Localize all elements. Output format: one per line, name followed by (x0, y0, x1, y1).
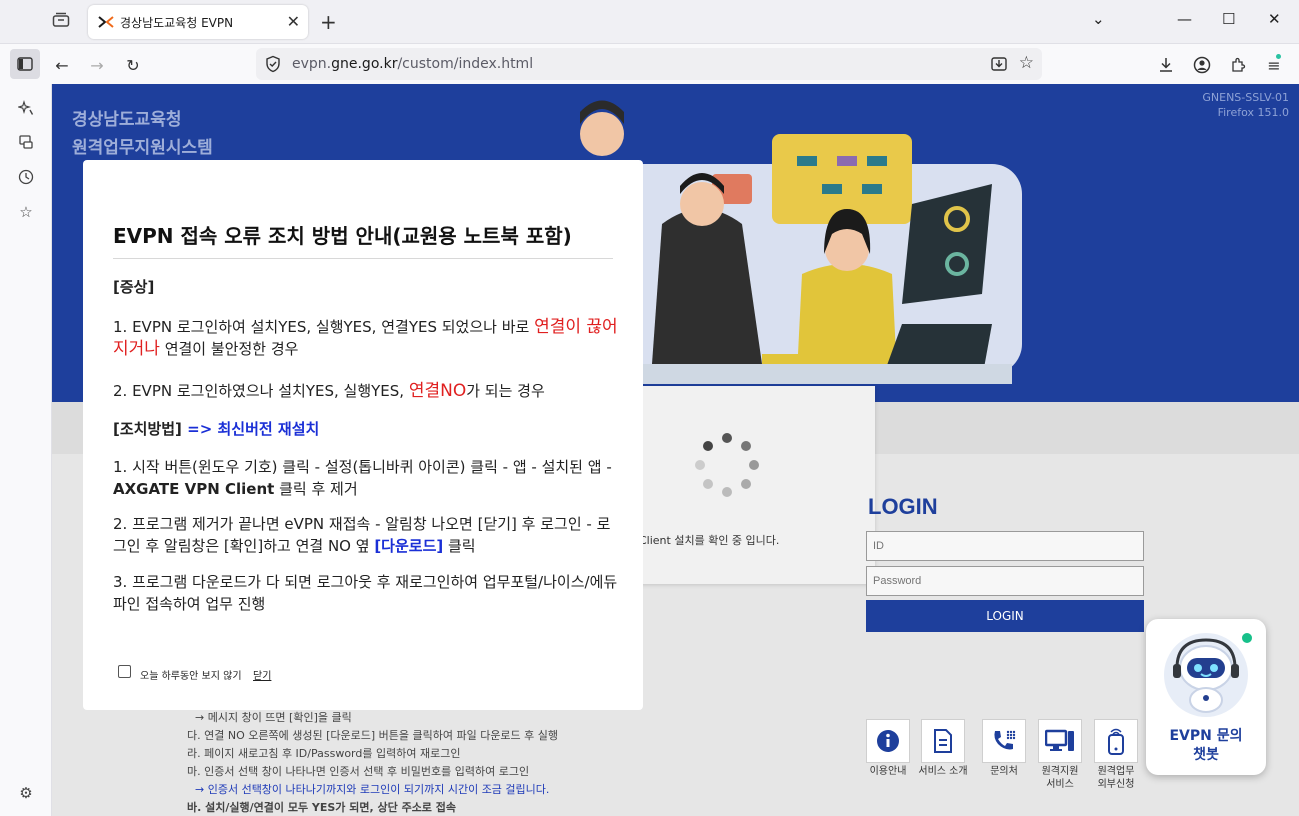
action-step-1: 1. 시작 버튼(윈도우 기호) 클릭 - 설정(톱니바퀴 아이콘) 클릭 - … (113, 456, 618, 500)
tab-close-icon[interactable]: ✕ (287, 12, 300, 31)
phone-icon (994, 730, 1016, 750)
remote-apply-label: 원격업무 외부신청 (1097, 766, 1135, 790)
action-step-2: 2. 프로그램 제거가 끝나면 eVPN 재접속 - 알림창 나오면 [닫기] … (113, 513, 618, 557)
synced-tabs-icon[interactable] (14, 130, 38, 154)
service-intro-link[interactable] (921, 719, 965, 763)
account-icon[interactable] (1188, 52, 1216, 78)
modal-title: EVPN 접속 오류 조치 방법 안내(교원용 노트북 포함) (113, 224, 572, 248)
instruction-line: 바. 설치/실행/연결이 모두 YES가 되면, 상단 주소로 접속 (187, 801, 456, 814)
minimize-icon[interactable]: — (1177, 10, 1192, 28)
site-security-icon[interactable] (264, 55, 282, 77)
symptom-header: [증상] (113, 278, 155, 296)
update-dot-icon (1276, 54, 1281, 59)
info-icon (877, 730, 899, 752)
maximize-icon[interactable]: ☐ (1222, 10, 1235, 28)
sidebar-toggle-icon[interactable] (10, 49, 40, 79)
action-step-2-download: [다운로드] (374, 537, 444, 555)
history-icon[interactable] (14, 165, 38, 189)
url-domain: gne.go.kr (331, 56, 398, 72)
bookmark-star-icon[interactable]: ☆ (1019, 53, 1034, 73)
service-intro-label: 서비스 소개 (918, 766, 968, 777)
action-step-1-app: AXGATE VPN Client (113, 480, 275, 498)
browser-sidebar: ☆ ⚙ (0, 84, 52, 816)
site-favicon-icon (98, 14, 114, 30)
modal-close-link[interactable]: 닫기 (253, 667, 271, 682)
id-input[interactable] (866, 531, 1144, 561)
action-step-1-text: 1. 시작 버튼(윈도우 기호) 클릭 - 설정(톱니바퀴 아이콘) 클릭 - … (113, 458, 612, 476)
loading-spinner-icon (695, 433, 759, 497)
tab-bar: 경상남도교육청 EVPN ✕ + ⌄ — ☐ ✕ (0, 0, 1299, 44)
symptom-1-text: 1. EVPN 로그인하여 설치YES, 실행YES, 연결YES 되었으나 바… (113, 318, 535, 336)
action-step-2-text-end: 클릭 (443, 537, 476, 555)
remote-apply-link[interactable] (1094, 719, 1138, 763)
symptom-2-highlight: 연결NO (408, 381, 467, 401)
url-bar[interactable]: evpn. gne.go.kr/custom/index.html ☆ (256, 48, 1042, 80)
hero-title: 경상남도교육청 원격업무지원시스템 (72, 106, 213, 162)
action-header: [조치방법] => 최신버전 재설치 (113, 418, 618, 440)
tab-list-chevron-icon[interactable]: ⌄ (1092, 10, 1105, 28)
action-step-2-text: 2. 프로그램 제거가 끝나면 eVPN 재접속 - 알림창 나오면 [닫기] … (113, 515, 611, 555)
extensions-icon[interactable] (1224, 52, 1252, 78)
chatbot-label-line1: EVPN 문의 (1169, 728, 1243, 744)
bookmarks-star-icon[interactable]: ☆ (14, 200, 38, 224)
install-page-icon[interactable] (990, 55, 1008, 77)
client-check-message: Client 설치를 확인 중 입니다. (639, 534, 780, 547)
install-instructions: → 메시지 창이 뜨면 [확인]을 클릭 다. 연결 NO 오른쪽에 생성된 [… (187, 709, 558, 816)
browser-version: Firefox 151.0 (1217, 106, 1289, 119)
hero-title-line2: 원격업무지원시스템 (72, 138, 213, 158)
login-button[interactable]: LOGIN (866, 600, 1144, 632)
dont-show-today-label[interactable]: 오늘 하루동안 보지 않기 (140, 667, 242, 682)
tab-overview-icon[interactable] (52, 12, 70, 28)
guide-link[interactable] (866, 719, 910, 763)
instruction-note: → 인증서 선택창이 나타나기까지와 로그인이 되기까지 시간이 조금 걸립니다… (195, 783, 550, 796)
robot-avatar-icon (1164, 633, 1248, 717)
downloads-icon[interactable] (1152, 52, 1180, 78)
forward-icon[interactable]: → (83, 52, 111, 78)
remote-support-link[interactable] (1038, 719, 1082, 763)
remote-support-icon (1045, 729, 1074, 751)
instruction-line: 마. 인증서 선택 창이 나타나면 인증서 선택 후 비밀번호를 입력하여 로그… (187, 765, 530, 778)
action-header-label: [조치방법] (113, 420, 182, 438)
mobile-apply-icon (1108, 728, 1124, 755)
ai-chatbot-icon[interactable] (14, 96, 38, 120)
symptom-2: 2. EVPN 로그인하였으나 설치YES, 실행YES, 연결NO가 되는 경… (113, 380, 618, 402)
document-icon (934, 729, 952, 753)
nav-bar: ← → ↻ evpn. gne.go.kr/custom/index.html ☆… (0, 44, 1299, 84)
chatbot-label: EVPN 문의 챗봇 (1146, 727, 1266, 765)
client-check-dialog: Client 설치를 확인 중 입니다. (617, 386, 875, 584)
instruction-line: → 메시지 창이 뜨면 [확인]을 클릭 (195, 711, 352, 724)
instruction-line: 라. 페이지 새로고침 후 ID/Password를 입력하여 재로그인 (187, 747, 461, 760)
window-close-icon[interactable]: ✕ (1268, 10, 1281, 28)
build-id: GNENS-SSLV-01 (1202, 91, 1289, 104)
chatbot-label-line2: 챗봇 (1193, 747, 1219, 763)
symptom-2-text: 2. EVPN 로그인하였으나 설치YES, 실행YES, (113, 382, 409, 400)
settings-gear-icon[interactable]: ⚙ (14, 781, 38, 805)
build-info: GNENS-SSLV-01 Firefox 151.0 (1202, 90, 1289, 120)
instruction-line: 다. 연결 NO 오른쪽에 생성된 [다운로드] 버튼을 클릭하여 파일 다운로… (187, 729, 559, 742)
dont-show-today-checkbox[interactable] (118, 665, 131, 678)
error-guide-modal: EVPN 접속 오류 조치 방법 안내(교원용 노트북 포함) [증상] 1. … (83, 160, 643, 710)
chatbot-widget[interactable]: EVPN 문의 챗봇 (1146, 619, 1266, 775)
action-step-3: 3. 프로그램 다운로드가 다 되면 로그아웃 후 재로그인하여 업무포털/나이… (113, 573, 618, 613)
contact-link[interactable] (982, 719, 1026, 763)
symptom-1: 1. EVPN 로그인하여 설치YES, 실행YES, 연결YES 되었으나 바… (113, 316, 618, 360)
symptom-1-text-end: 연결이 불안정한 경우 (159, 340, 299, 358)
reload-icon[interactable]: ↻ (119, 52, 147, 78)
back-icon[interactable]: ← (48, 52, 76, 78)
action-header-highlight: => 최신버전 재설치 (181, 420, 320, 438)
url-prefix: evpn. (292, 56, 332, 72)
menu-icon[interactable]: ≡ (1260, 52, 1288, 78)
login-title: LOGIN (868, 494, 938, 519)
modal-divider (113, 258, 613, 259)
tab-evpn[interactable]: 경상남도교육청 EVPN ✕ (88, 5, 308, 39)
tab-title: 경상남도교육청 EVPN (120, 15, 234, 30)
hero-title-line1: 경상남도교육청 (72, 110, 182, 130)
new-tab-icon[interactable]: + (320, 10, 337, 34)
action-step-1-text-end: 클릭 후 제거 (274, 480, 358, 498)
password-input[interactable] (866, 566, 1144, 596)
symptom-2-text-end: 가 되는 경우 (466, 382, 545, 400)
url-path: /custom/index.html (397, 56, 534, 72)
